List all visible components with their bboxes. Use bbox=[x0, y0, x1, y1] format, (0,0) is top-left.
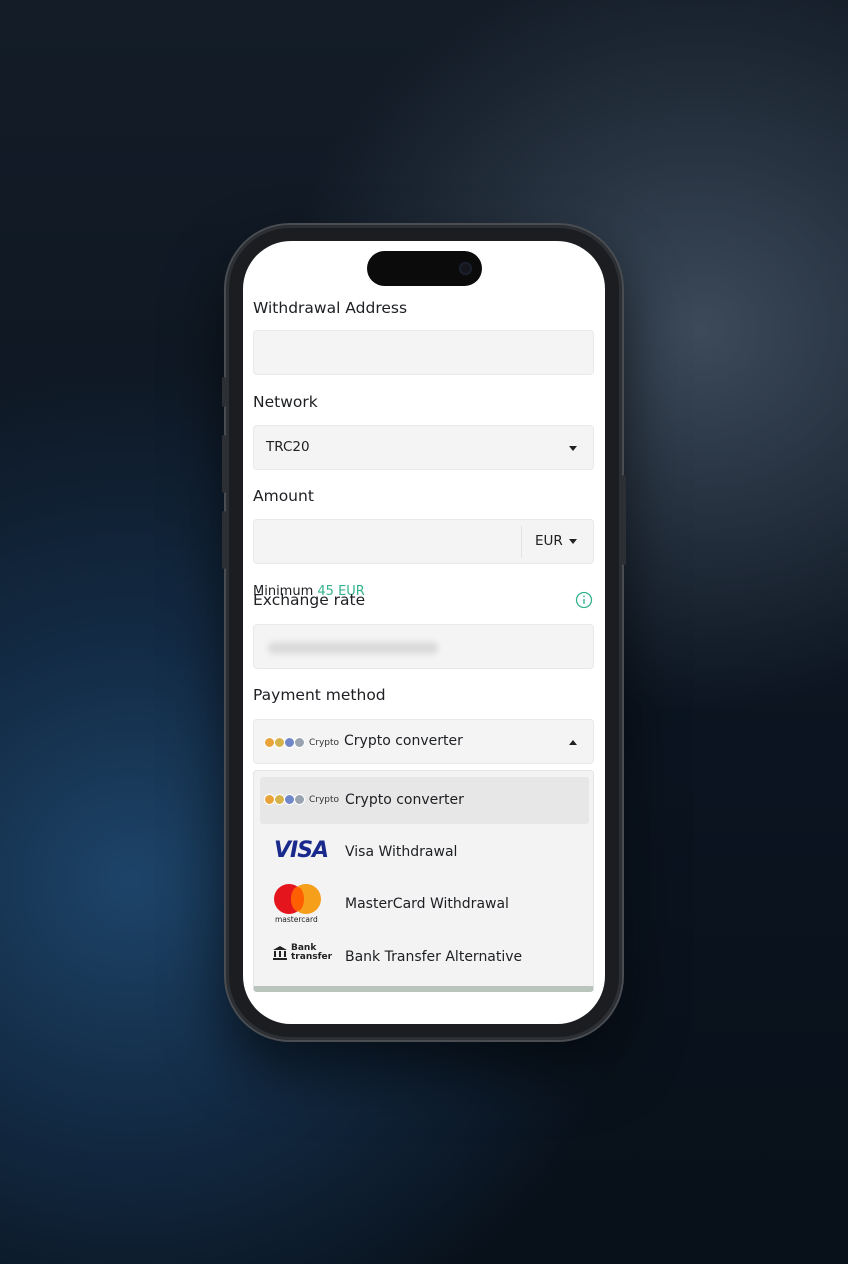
mastercard-logo-text: mastercard bbox=[275, 915, 318, 924]
chevron-up-icon bbox=[569, 740, 577, 745]
payment-method-select[interactable]: Crypto Crypto converter bbox=[253, 719, 594, 764]
network-select[interactable]: TRC20 bbox=[253, 425, 594, 470]
crypto-logo: Crypto bbox=[264, 737, 339, 748]
dynamic-island bbox=[367, 251, 482, 286]
chevron-down-icon bbox=[569, 539, 577, 544]
bank-icon bbox=[273, 946, 287, 960]
volume-up-button bbox=[222, 435, 226, 493]
exchange-rate-label: Exchange rate bbox=[253, 591, 366, 609]
camera-icon bbox=[459, 262, 472, 275]
crypto-logo-text: Crypto bbox=[309, 794, 340, 805]
volume-down-button bbox=[222, 511, 226, 569]
currency-select[interactable]: EUR bbox=[522, 520, 594, 563]
payment-method-label: Payment method bbox=[253, 686, 386, 704]
action-button bbox=[222, 377, 226, 407]
phone-screen: Withdrawal Address Network TRC20 Amount … bbox=[243, 241, 605, 1024]
network-label: Network bbox=[253, 393, 318, 411]
payment-option-mastercard[interactable]: mastercard MasterCard Withdrawal bbox=[260, 881, 589, 928]
payment-option-label: Crypto converter bbox=[345, 792, 464, 808]
phone-frame: Withdrawal Address Network TRC20 Amount … bbox=[222, 225, 626, 1040]
payment-option-crypto[interactable]: Crypto Crypto converter bbox=[260, 777, 589, 824]
payment-method-dropdown: Crypto Crypto converter VISA Visa Withdr… bbox=[253, 770, 594, 992]
withdrawal-address-input[interactable] bbox=[253, 330, 594, 375]
payment-option-bank-transfer[interactable]: Bank transfer Bank Transfer Alternative bbox=[260, 934, 589, 981]
payment-option-label: Visa Withdrawal bbox=[345, 844, 458, 860]
exchange-rate-field bbox=[253, 624, 594, 669]
blurred-exchange-rate bbox=[268, 642, 438, 654]
withdrawal-address-label: Withdrawal Address bbox=[253, 299, 408, 317]
amount-field: EUR bbox=[253, 519, 594, 564]
crypto-logo-text: Crypto bbox=[309, 737, 340, 748]
network-value: TRC20 bbox=[266, 439, 310, 455]
amount-label: Amount bbox=[253, 487, 314, 505]
power-button bbox=[622, 475, 626, 565]
crypto-logo: Crypto bbox=[264, 794, 339, 805]
visa-logo: VISA bbox=[274, 838, 329, 863]
chevron-down-icon bbox=[569, 446, 577, 451]
info-icon[interactable] bbox=[575, 591, 593, 609]
payment-option-label: Bank Transfer Alternative bbox=[345, 949, 523, 965]
bank-transfer-logo: Bank transfer bbox=[272, 943, 333, 962]
bank-transfer-logo-text: Bank transfer bbox=[291, 943, 333, 962]
currency-value: EUR bbox=[535, 533, 563, 549]
payment-method-value: Crypto converter bbox=[344, 733, 463, 749]
payment-option-visa[interactable]: VISA Visa Withdrawal bbox=[260, 829, 589, 876]
mastercard-logo: mastercard bbox=[274, 884, 322, 924]
payment-option-label: MasterCard Withdrawal bbox=[345, 896, 509, 912]
